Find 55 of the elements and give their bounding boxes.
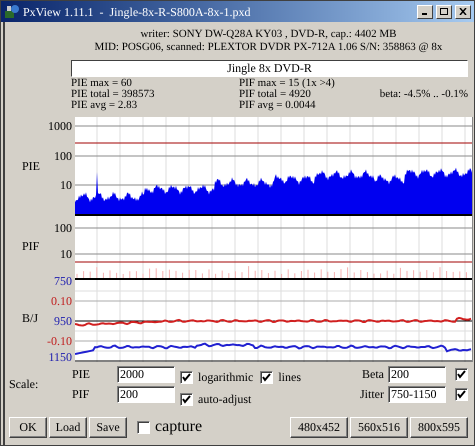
checkbox[interactable]: [260, 370, 274, 384]
tick-label: -0.10: [47, 335, 72, 347]
field-label: PIF: [72, 386, 90, 403]
minimize-button[interactable]: [417, 4, 433, 18]
axis-title: PIE: [22, 160, 40, 172]
axis-title: B/J: [22, 312, 38, 324]
tick-label: 1150: [48, 351, 72, 363]
input-field[interactable]: 2000: [117, 366, 175, 382]
stat-text: beta: -4.5% .. -0.1%: [380, 89, 468, 100]
button[interactable]: 480x452: [290, 416, 348, 438]
checkbox[interactable]: [180, 370, 193, 384]
scan-info: writer: SONY DW-Q28A KY03 , DVD-R, cap.: 4402 MB: [140, 28, 396, 41]
button[interactable]: Load: [49, 416, 87, 438]
app-icon: [4, 4, 20, 20]
input-field[interactable]: 200: [388, 366, 446, 382]
button[interactable]: OK: [9, 416, 47, 438]
input-field[interactable]: 750-1150: [388, 386, 446, 402]
close-icon: [459, 8, 467, 15]
close-button[interactable]: [455, 4, 471, 18]
checkbox-label: lines: [278, 369, 301, 386]
tick-label: 10: [60, 248, 72, 260]
field-label: Beta: [361, 366, 384, 383]
tick-label: 950: [54, 315, 72, 327]
window-title: PxView 1.11.1 - Jingle-8x-R-S800A-8x-1.pxd: [23, 4, 252, 20]
stat-text: PIE max = 60: [71, 78, 133, 89]
input-field[interactable]: 200: [117, 386, 175, 402]
axis-title: PIF: [22, 240, 40, 252]
button[interactable]: Save: [89, 416, 127, 438]
checkbox-label: logarithmic: [198, 369, 254, 386]
stat-text: PIE avg = 2.83: [71, 100, 138, 111]
button[interactable]: 560x516: [350, 416, 408, 438]
tick-label: 100: [54, 222, 72, 234]
scan-info: MID: POSG06, scanned: PLEXTOR DVDR PX-712A 1.06 S/N: 358863 @ 8x: [94, 41, 442, 54]
checkbox[interactable]: [137, 420, 150, 434]
tick-label: 10: [60, 179, 72, 191]
stat-text: PIE total = 398573: [71, 89, 156, 100]
checkbox[interactable]: [180, 392, 193, 406]
maximize-icon: [440, 8, 448, 15]
maximize-button[interactable]: [436, 4, 452, 18]
tick-label: 750: [54, 275, 72, 287]
stat-text: PIF max = 15 (1x >4): [239, 78, 336, 89]
stat-text: PIF avg = 0.0044: [239, 100, 316, 111]
field-label: PIE: [72, 366, 91, 383]
scale-label: Scale:: [9, 376, 40, 393]
tick-label: 0.10: [51, 295, 72, 307]
tick-label: 1000: [48, 120, 72, 132]
tick-label: 100: [54, 150, 72, 162]
stat-text: PIF total = 4920: [239, 89, 311, 100]
checkbox-label: auto-adjust: [198, 391, 252, 408]
checkbox-label: capture: [155, 417, 202, 437]
checkbox[interactable]: [455, 368, 468, 380]
disc-label-field[interactable]: Jingle 8x DVD-R: [71, 60, 468, 77]
button[interactable]: 800x595: [410, 416, 468, 438]
checkbox[interactable]: [455, 388, 468, 400]
field-label: Jitter: [359, 386, 384, 403]
